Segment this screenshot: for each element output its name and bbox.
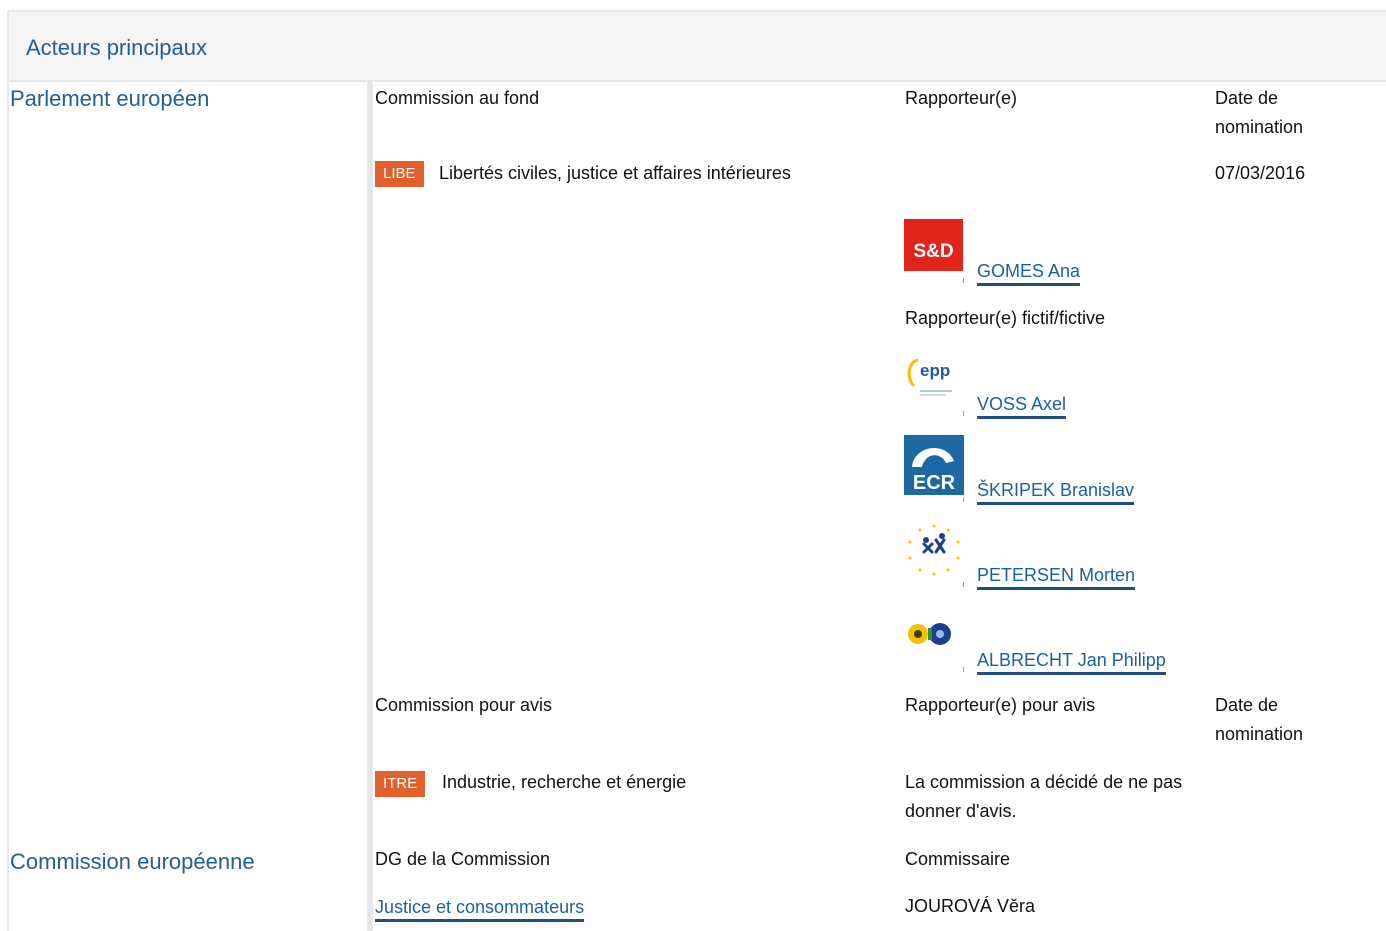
committee-badge-libe: LIBE [375, 161, 424, 187]
shadow-rapporteur-link-4[interactable]: ALBRECHT Jan Philipp [977, 649, 1166, 675]
lead-committee-label: Commission au fond [375, 88, 540, 108]
commissioner-label: Commissaire [905, 849, 1011, 869]
ecr-logo-icon: ECR [904, 435, 964, 495]
commission-title: Commission européenne [10, 849, 255, 874]
logo-tick [963, 582, 964, 587]
opinion-note: La commission a décidé de ne pas donner … [905, 772, 1183, 821]
nomination-date: 07/03/2016 [1215, 163, 1306, 183]
shadow-rapporteur-link-2[interactable]: ŠKRIPEK Branislav [977, 479, 1135, 505]
committee-badge-itre: ITRE [375, 771, 426, 797]
logo-tick [963, 667, 964, 672]
svg-text:S&D: S&D [913, 241, 953, 262]
section-header: Acteurs principaux [9, 12, 1386, 82]
lead-committee-name: Libertés civiles, justice et affaires in… [439, 163, 791, 183]
greens-efa-logo-icon [904, 610, 964, 662]
rapporteur-label: Rapporteur(e) [905, 88, 1018, 108]
panel-border-left [7, 10, 9, 931]
opinion-committee-name: Industrie, recherche et énergie [442, 772, 687, 792]
svg-text:epp: epp [920, 361, 950, 380]
dg-label: DG de la Commission [375, 849, 551, 869]
logo-tick [963, 278, 964, 283]
opinion-committee-label: Commission pour avis [375, 695, 553, 715]
opinion-rapporteur-label: Rapporteur(e) pour avis [905, 695, 1096, 715]
shadow-rapporteur-link-3[interactable]: PETERSEN Morten [977, 564, 1136, 590]
epp-logo-icon: epp [904, 352, 964, 404]
opinion-nomination-date-label: Date de nomination [1215, 695, 1304, 744]
s-and-d-logo-icon: S&D [904, 219, 964, 271]
logo-tick [963, 411, 964, 416]
shadow-rapporteur-link-1[interactable]: VOSS Axel [977, 393, 1067, 419]
nomination-date-label: Date de nomination [1215, 88, 1304, 137]
parliament-title: Parlement européen [10, 86, 210, 111]
dg-link[interactable]: Justice et consommateurs [375, 896, 585, 922]
logo-tick [963, 497, 964, 502]
svg-text:ECR: ECR [913, 472, 956, 494]
column-divider [367, 82, 373, 931]
alde-logo-icon [904, 522, 964, 576]
commissioner-name: JOUROVÁ Věra [905, 896, 1036, 916]
shadow-rapporteur-label: Rapporteur(e) fictif/fictive [905, 308, 1106, 328]
rapporteur-link[interactable]: GOMES Ana [977, 260, 1081, 286]
section-title: Acteurs principaux [26, 35, 207, 60]
